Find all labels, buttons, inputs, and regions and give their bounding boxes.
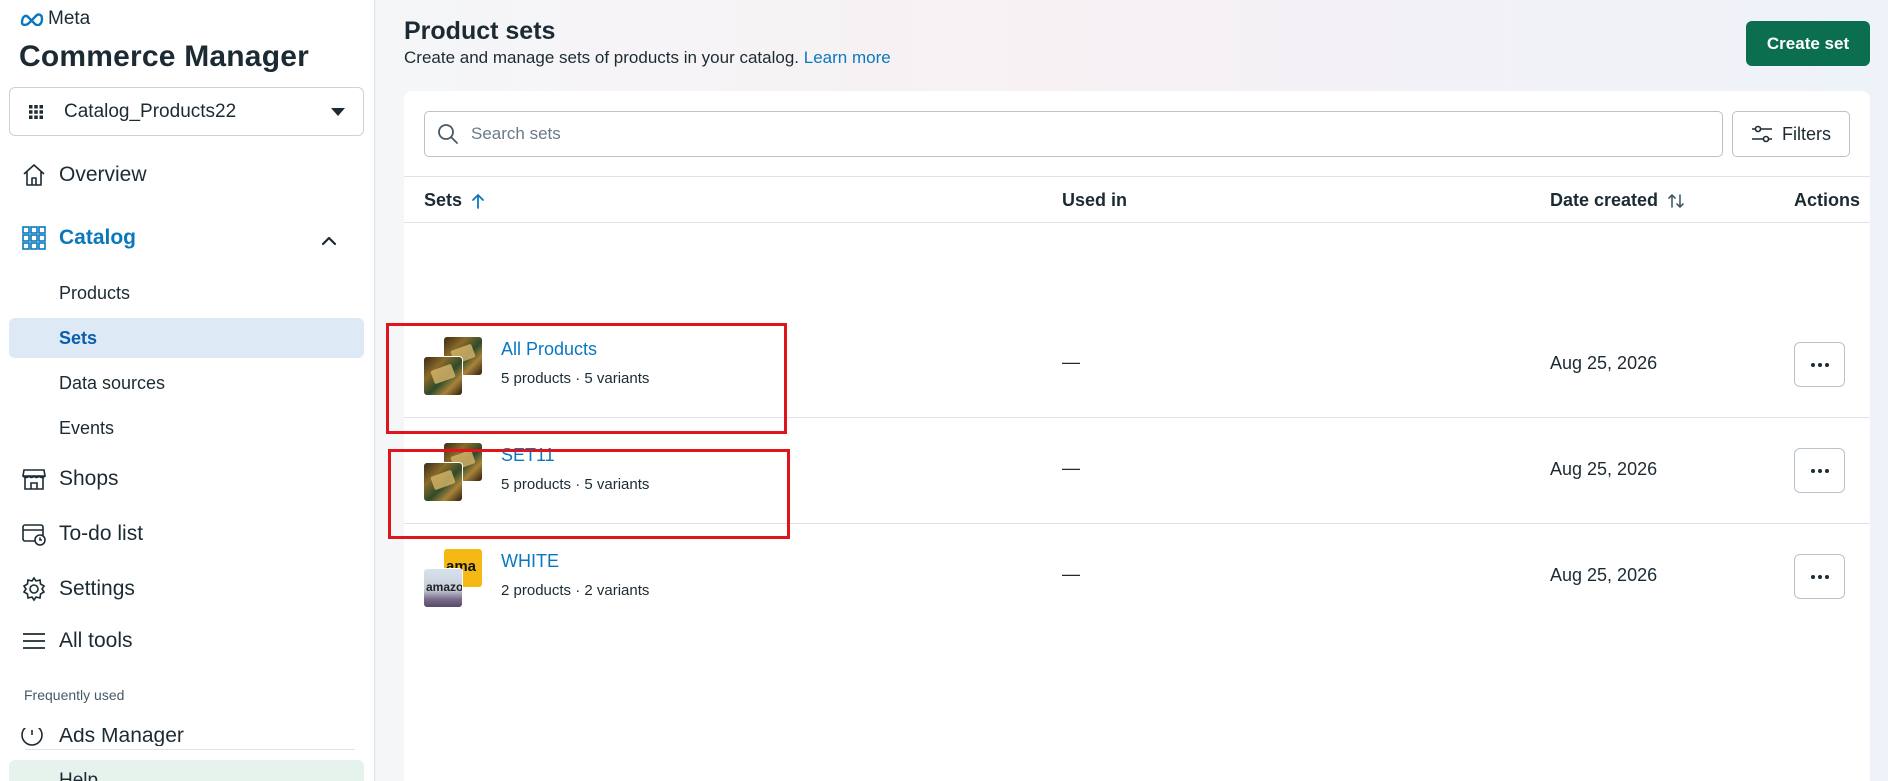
nav-catalog[interactable]: Catalog (20, 224, 136, 252)
search-icon (438, 124, 458, 144)
nav-help-label: Help (59, 770, 99, 781)
create-set-button[interactable]: Create set (1746, 21, 1870, 66)
sidebar-item-products-label: Products (59, 282, 131, 303)
nav-todo-label: To-do list (59, 522, 144, 545)
column-date-created[interactable]: Date created (1550, 190, 1685, 211)
column-sets-label: Sets (424, 190, 463, 210)
sidebar-item-sets[interactable]: Sets (9, 318, 364, 358)
sliders-icon (1752, 125, 1772, 143)
column-sets[interactable]: Sets (424, 190, 485, 211)
product-thumbnail (424, 463, 462, 501)
nav-shops-label: Shops (59, 467, 119, 490)
set-thumbnail-stack (424, 337, 484, 395)
column-date-created-label: Date created (1550, 190, 1659, 210)
nav-todo-list[interactable]: To-do list (20, 520, 143, 548)
nav-all-tools-label: All tools (59, 629, 133, 652)
set-thumbnail-stack (424, 443, 484, 501)
brand-label: Meta (48, 8, 91, 29)
sidebar-item-data-sources-label: Data sources (59, 372, 166, 393)
more-dots-icon (1810, 362, 1829, 367)
nav-settings-label: Settings (59, 577, 135, 600)
home-icon (20, 161, 48, 189)
sidebar-item-data-sources[interactable]: Data sources (9, 363, 364, 403)
meta-infinity-icon (20, 13, 44, 26)
product-thumbnail (424, 357, 462, 395)
nav-shops[interactable]: Shops (20, 465, 119, 493)
todo-calendar-icon (20, 520, 48, 548)
nav-all-tools[interactable]: All tools (20, 627, 133, 655)
set-used-in: — (1062, 458, 1080, 478)
set-used-in: — (1062, 352, 1080, 372)
gear-icon (20, 575, 48, 603)
learn-more-link[interactable]: Learn more (804, 48, 891, 67)
set-thumbnail-stack: ama amazo (424, 549, 484, 607)
menu-lines-icon (20, 627, 48, 655)
sort-ascending-icon[interactable] (471, 192, 485, 210)
set-product-count: 2 products · 2 variants (501, 582, 650, 599)
filters-label: Filters (1782, 123, 1831, 144)
table-header: Sets Used in Date created Actions (404, 176, 1870, 223)
chevron-up-icon[interactable] (320, 232, 338, 250)
set-product-count: 5 products · 5 variants (501, 476, 650, 493)
sidebar-item-events-label: Events (59, 417, 115, 438)
meta-logo[interactable]: Meta (20, 8, 90, 30)
more-actions-button[interactable] (1794, 554, 1845, 599)
nav-ads-manager[interactable]: Ads Manager (20, 728, 184, 746)
catalog-selector[interactable]: Catalog_Products22 (9, 87, 364, 136)
more-dots-icon (1810, 468, 1829, 473)
search-input[interactable] (471, 124, 1671, 144)
set-name-link[interactable]: WHITE (501, 551, 559, 572)
nav-overview[interactable]: Overview (20, 161, 147, 189)
column-actions: Actions (1794, 190, 1860, 211)
nav-overview-label: Overview (59, 163, 147, 186)
table-row[interactable]: ama amazo WHITE 2 products · 2 variants … (404, 524, 1870, 630)
sets-table-card: Filters Sets Used in Date created Action… (404, 91, 1870, 781)
caret-down-icon (331, 108, 345, 116)
nav-ads-manager-label: Ads Manager (59, 728, 184, 746)
sort-toggle-icon[interactable] (1667, 192, 1685, 210)
column-used-in-label: Used in (1062, 190, 1128, 210)
app-title: Commerce Manager (19, 40, 309, 73)
set-name-link[interactable]: SET11 (501, 445, 555, 466)
sidebar-item-events[interactable]: Events (9, 408, 364, 448)
thumbnail-logo-text: amazo (426, 580, 462, 594)
page-subtitle: Create and manage sets of products in yo… (404, 48, 891, 68)
main-content: Product sets Create and manage sets of p… (376, 0, 1888, 781)
table-row[interactable]: SET11 5 products · 5 variants — Aug 25, … (404, 418, 1870, 524)
more-actions-button[interactable] (1794, 448, 1845, 493)
more-actions-button[interactable] (1794, 342, 1845, 387)
ads-manager-icon (20, 728, 48, 746)
nav-help[interactable]: Help (9, 760, 364, 781)
page-title: Product sets (404, 17, 556, 45)
sidebar-divider (25, 749, 355, 750)
set-date-created: Aug 25, 2026 (1550, 353, 1658, 373)
column-actions-label: Actions (1794, 190, 1861, 210)
shop-icon (20, 465, 48, 493)
sidebar: Meta Commerce Manager Catalog_Products22… (0, 0, 375, 781)
set-used-in: — (1062, 564, 1080, 584)
sidebar-item-products[interactable]: Products (9, 273, 364, 313)
column-used-in: Used in (1062, 190, 1127, 211)
set-date-created: Aug 25, 2026 (1550, 565, 1658, 585)
frequently-used-label: Frequently used (24, 687, 125, 703)
grid-dots-icon (29, 104, 43, 119)
search-box[interactable] (424, 111, 1723, 157)
product-thumbnail: amazo (424, 569, 462, 607)
catalog-selector-value: Catalog_Products22 (64, 100, 237, 122)
page-subtitle-text: Create and manage sets of products in yo… (404, 48, 800, 67)
commerce-manager-app: Meta Commerce Manager Catalog_Products22… (0, 0, 1888, 781)
filters-button[interactable]: Filters (1732, 111, 1850, 157)
table-row[interactable]: All Products 5 products · 5 variants — A… (404, 312, 1870, 418)
nav-catalog-label: Catalog (59, 226, 137, 249)
set-name-link[interactable]: All Products (501, 339, 597, 360)
catalog-grid-icon (20, 224, 48, 252)
set-date-created: Aug 25, 2026 (1550, 459, 1658, 479)
sidebar-item-sets-label: Sets (59, 327, 98, 348)
more-dots-icon (1810, 574, 1829, 579)
nav-settings[interactable]: Settings (20, 575, 135, 603)
set-product-count: 5 products · 5 variants (501, 370, 650, 387)
